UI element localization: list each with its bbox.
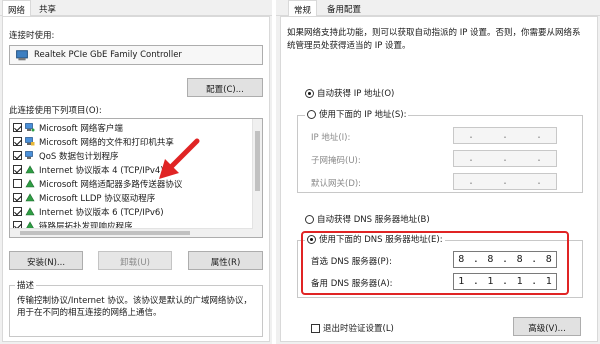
connect-using-label: 连接时使用:	[9, 31, 55, 41]
list-item[interactable]: Microsoft 网络客户端	[13, 121, 123, 134]
tab-alternate-config[interactable]: 备用配置	[322, 0, 366, 16]
qos-icon	[25, 151, 33, 159]
description-title: 描述	[15, 279, 37, 291]
default-gateway-field[interactable]: ...	[453, 173, 557, 190]
item-label: Microsoft 网络客户端	[39, 123, 123, 134]
scroll-thumb[interactable]	[20, 231, 190, 235]
list-item-ipv4[interactable]: Internet 协议版本 4 (TCP/IPv4)	[13, 163, 164, 176]
file-share-icon	[25, 137, 35, 146]
tab-network[interactable]: 网络	[2, 0, 32, 17]
item-label: QoS 数据包计划程序	[39, 151, 119, 162]
validate-label: 退出时验证设置(L)	[323, 324, 394, 334]
configure-button[interactable]: 配置(C)...	[187, 78, 263, 97]
subnet-mask-label: 子网掩码(U):	[311, 156, 361, 166]
item-checkbox[interactable]	[13, 165, 22, 174]
items-label: 此连接使用下列项目(O):	[9, 106, 102, 116]
list-item[interactable]: Microsoft 网络的文件和打印机共享	[13, 135, 174, 148]
manual-ip-option[interactable]: 使用下面的 IP 地址(S):	[305, 108, 409, 120]
install-button[interactable]: 安装(N)...	[9, 251, 83, 270]
advanced-button[interactable]: 高级(V)...	[513, 317, 581, 336]
network-tab-panel: 连接时使用: Realtek PCIe GbE Family Controlle…	[2, 16, 270, 342]
scroll-thumb[interactable]	[255, 131, 260, 191]
list-item[interactable]: QoS 数据包计划程序	[13, 149, 119, 162]
uninstall-button[interactable]: 卸载(U)	[98, 251, 172, 270]
default-gateway-label: 默认网关(D):	[311, 179, 362, 189]
adapter-name: Realtek PCIe GbE Family Controller	[34, 50, 182, 60]
auto-ip-radio[interactable]	[305, 88, 314, 98]
item-label: Microsoft LLDP 协议驱动程序	[39, 193, 156, 204]
dns-highlight-box	[301, 231, 569, 295]
annotation-arrow-icon	[159, 138, 200, 179]
network-client-icon	[25, 123, 35, 132]
protocol-icon	[25, 179, 35, 188]
auto-ip-option[interactable]: 自动获得 IP 地址(O)	[305, 87, 394, 99]
protocol-icon	[25, 193, 35, 202]
tab-general[interactable]: 常规	[288, 0, 318, 17]
auto-dns-option[interactable]: 自动获得 DNS 服务器地址(B)	[305, 213, 430, 225]
manual-ip-label: 使用下面的 IP 地址(S):	[319, 110, 407, 120]
list-item[interactable]: Microsoft LLDP 协议驱动程序	[13, 191, 155, 204]
item-label: Internet 协议版本 4 (TCP/IPv4)	[39, 165, 164, 176]
item-checkbox[interactable]	[13, 193, 22, 202]
item-checkbox[interactable]	[13, 123, 22, 132]
list-vertical-scrollbar[interactable]	[252, 119, 262, 237]
items-list[interactable]: Microsoft 网络客户端 Microsoft 网络的文件和打印机共享 Qo…	[9, 118, 263, 238]
auto-dns-radio[interactable]	[305, 214, 314, 224]
item-label: Internet 协议版本 6 (TCP/IPv6)	[39, 207, 164, 218]
protocol-icon	[25, 165, 35, 174]
subnet-mask-field[interactable]: ...	[453, 150, 557, 167]
item-checkbox[interactable]	[13, 151, 22, 160]
ip-address-field[interactable]: ...	[453, 127, 557, 144]
protocol-icon	[25, 207, 35, 216]
item-checkbox[interactable]	[13, 179, 22, 188]
description-text: 传输控制协议/Internet 协议。该协议是默认的广域网络协议，用于在不同的相…	[17, 296, 252, 318]
adapter-box: Realtek PCIe GbE Family Controller	[9, 45, 263, 65]
properties-button[interactable]: 属性(R)	[188, 251, 263, 270]
item-checkbox[interactable]	[13, 207, 22, 216]
list-horizontal-scrollbar[interactable]	[10, 228, 253, 237]
manual-ip-radio[interactable]	[307, 109, 316, 119]
list-item[interactable]: Internet 协议版本 6 (TCP/IPv6)	[13, 205, 164, 218]
network-adapter-icon	[16, 49, 28, 60]
intro-text: 如果网络支持此功能，则可以获取自动指派的 IP 设置。否则，你需要从网络系统管理…	[287, 28, 581, 51]
tab-sharing[interactable]: 共享	[34, 0, 61, 16]
auto-dns-label: 自动获得 DNS 服务器地址(B)	[317, 215, 430, 225]
validate-on-exit-option[interactable]: 退出时验证设置(L)	[311, 322, 394, 334]
general-tab-panel: 如果网络支持此功能，则可以获取自动指派的 IP 设置。否则，你需要从网络系统管理…	[280, 16, 598, 342]
auto-ip-label: 自动获得 IP 地址(O)	[317, 89, 395, 99]
item-checkbox[interactable]	[13, 137, 22, 146]
network-properties-dialog: 网络 共享 连接时使用: Realtek PCIe GbE Family Con…	[0, 0, 272, 344]
ipv4-properties-dialog: 常规 备用配置 如果网络支持此功能，则可以获取自动指派的 IP 设置。否则，你需…	[276, 0, 600, 344]
ip-address-label: IP 地址(I):	[311, 133, 351, 143]
validate-checkbox[interactable]	[311, 323, 320, 333]
